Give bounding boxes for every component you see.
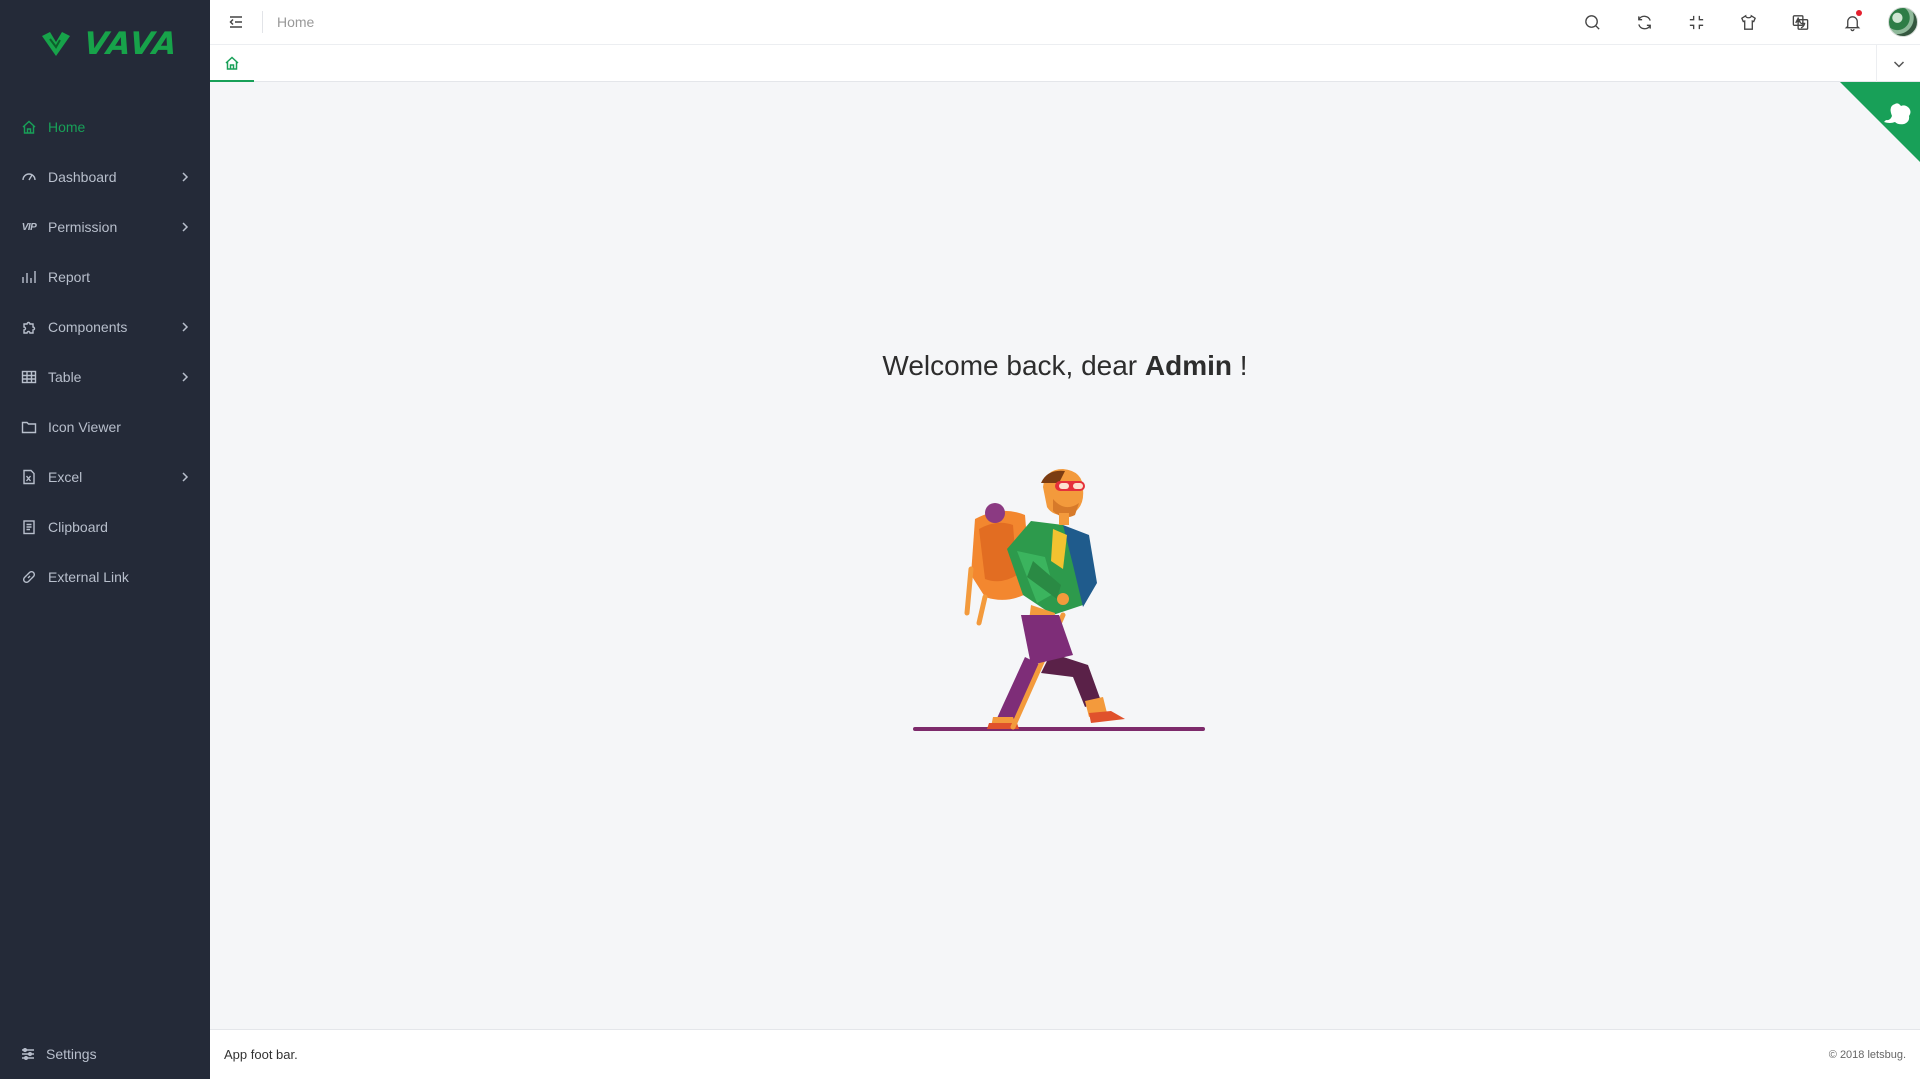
logo-text: VAVA	[82, 26, 180, 62]
sidebar-item-label: Report	[48, 269, 91, 285]
sidebar: VAVA Home Dashboard VIP Permission Repor…	[0, 0, 210, 1079]
sidebar-item-external-link[interactable]: External Link	[0, 552, 210, 602]
clipboard-icon	[20, 518, 38, 536]
app-footer: App foot bar. © 2018 letsbug.	[210, 1029, 1920, 1079]
sidebar-item-clipboard[interactable]: Clipboard	[0, 502, 210, 552]
sidebar-item-icon-viewer[interactable]: Icon Viewer	[0, 402, 210, 452]
fullscreen-exit-icon	[1689, 15, 1703, 29]
sidebar-item-excel[interactable]: Excel	[0, 452, 210, 502]
home-icon	[20, 118, 38, 136]
chevron-right-icon	[180, 169, 190, 185]
refresh-button[interactable]	[1618, 0, 1670, 44]
home-icon	[225, 55, 239, 70]
translate-icon	[1792, 14, 1808, 30]
top-header: Home	[210, 0, 1920, 44]
sidebar-item-label: Table	[48, 369, 82, 385]
sidebar-item-label: Permission	[48, 219, 118, 235]
tabs-more-button[interactable]	[1876, 45, 1920, 82]
sidebar-item-label: External Link	[48, 569, 129, 585]
theme-shirt-icon	[1740, 14, 1756, 30]
vip-icon: VIP	[21, 221, 37, 233]
chevron-right-icon	[180, 369, 190, 385]
refresh-icon	[1637, 15, 1651, 29]
menu-fold-icon	[229, 16, 242, 28]
welcome-message: Welcome back, dear Admin !	[210, 350, 1920, 382]
sidebar-item-permission[interactable]: VIP Permission	[0, 202, 210, 252]
fullscreen-exit-button[interactable]	[1670, 0, 1722, 44]
theme-button[interactable]	[1722, 0, 1774, 44]
breadcrumb[interactable]: Home	[277, 14, 314, 30]
github-corner-background	[1840, 82, 1920, 162]
github-corner[interactable]	[1840, 82, 1920, 162]
sidebar-item-report[interactable]: Report	[0, 252, 210, 302]
chevron-right-icon	[180, 469, 190, 485]
sidebar-item-label: Excel	[48, 469, 83, 485]
copyright-text: © 2018 letsbug.	[1828, 1048, 1906, 1061]
sidebar-settings[interactable]: Settings	[0, 1029, 210, 1079]
sidebar-item-label: Clipboard	[48, 519, 108, 535]
table-icon	[20, 368, 38, 386]
sliders-icon	[22, 1048, 34, 1060]
sidebar-item-components[interactable]: Components	[0, 302, 210, 352]
excel-icon	[20, 468, 38, 486]
welcome-username: Admin	[1144, 350, 1233, 381]
notification-badge	[1856, 10, 1862, 16]
collapse-sidebar-button[interactable]	[210, 0, 262, 44]
avatar[interactable]	[1888, 7, 1918, 37]
welcome-prefix: Welcome back, dear	[882, 350, 1145, 381]
sidebar-item-label: Components	[48, 319, 128, 335]
search-button[interactable]	[1566, 0, 1618, 44]
sidebar-item-label: Dashboard	[48, 169, 117, 185]
link-icon	[20, 568, 38, 586]
traveler-illustration	[913, 469, 1205, 731]
sidebar-item-home[interactable]: Home	[0, 102, 210, 152]
gauge-icon	[20, 168, 38, 186]
chevron-right-icon	[180, 219, 190, 235]
tab-home[interactable]	[210, 45, 254, 82]
header-actions	[1566, 0, 1920, 44]
settings-label: Settings	[46, 1046, 97, 1062]
search-icon	[1584, 14, 1600, 30]
folder-icon	[20, 418, 38, 436]
footer-text: App foot bar.	[224, 1047, 298, 1062]
chevron-down-icon	[1893, 60, 1904, 68]
chevron-right-icon	[180, 319, 190, 335]
main-content: Welcome back, dear Admin !	[210, 82, 1920, 1029]
sidebar-item-label: Home	[48, 119, 86, 135]
sidebar-item-dashboard[interactable]: Dashboard	[0, 152, 210, 202]
app-logo[interactable]: VAVA	[0, 0, 210, 88]
sidebar-item-table[interactable]: Table	[0, 352, 210, 402]
sidebar-menu: Home Dashboard VIP Permission Report Com…	[0, 102, 210, 602]
logo-icon	[42, 32, 70, 56]
bar-chart-icon	[20, 268, 38, 286]
puzzle-icon	[20, 318, 38, 336]
sidebar-item-label: Icon Viewer	[48, 419, 121, 435]
language-button[interactable]	[1774, 0, 1826, 44]
welcome-suffix: !	[1232, 350, 1248, 381]
notification-button[interactable]	[1826, 0, 1878, 44]
tabs-bar	[210, 44, 1920, 82]
header-divider	[262, 11, 263, 33]
